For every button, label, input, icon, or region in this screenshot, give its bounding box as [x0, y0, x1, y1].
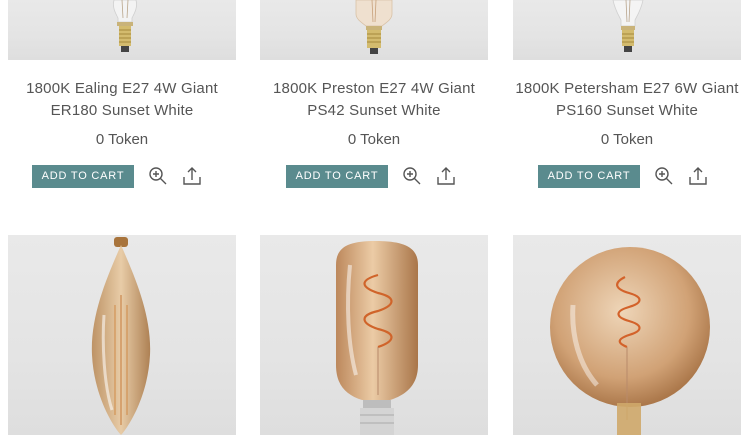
add-to-cart-button[interactable]: ADD TO CART — [538, 164, 640, 188]
product-image[interactable] — [260, 235, 488, 435]
add-to-cart-button[interactable]: ADD TO CART — [32, 164, 134, 188]
share-icon[interactable] — [436, 166, 456, 186]
add-to-cart-button[interactable]: ADD TO CART — [286, 164, 388, 188]
product-image[interactable] — [8, 0, 236, 60]
product-actions: ADD TO CART — [32, 164, 202, 188]
product-image[interactable] — [513, 0, 741, 60]
product-title[interactable]: 1800K Preston E27 4W Giant PS42 Sunset W… — [254, 78, 494, 122]
product-actions: ADD TO CART — [538, 164, 708, 188]
zoom-in-icon[interactable] — [402, 166, 422, 186]
product-actions: ADD TO CART — [286, 164, 456, 188]
share-icon[interactable] — [688, 166, 708, 186]
product-title[interactable]: 1800K Ealing E27 4W Giant ER180 Sunset W… — [2, 78, 242, 122]
product-title[interactable]: 1800K Petersham E27 6W Giant PS160 Sunse… — [507, 78, 747, 122]
share-icon[interactable] — [182, 166, 202, 186]
product-image[interactable] — [260, 0, 488, 60]
zoom-in-icon[interactable] — [654, 166, 674, 186]
product-price: 0 Token — [95, 131, 149, 148]
product-price: 0 Token — [347, 131, 401, 148]
product-image[interactable] — [8, 235, 236, 435]
product-image[interactable] — [513, 235, 741, 435]
product-price: 0 Token — [600, 131, 654, 148]
zoom-in-icon[interactable] — [148, 166, 168, 186]
